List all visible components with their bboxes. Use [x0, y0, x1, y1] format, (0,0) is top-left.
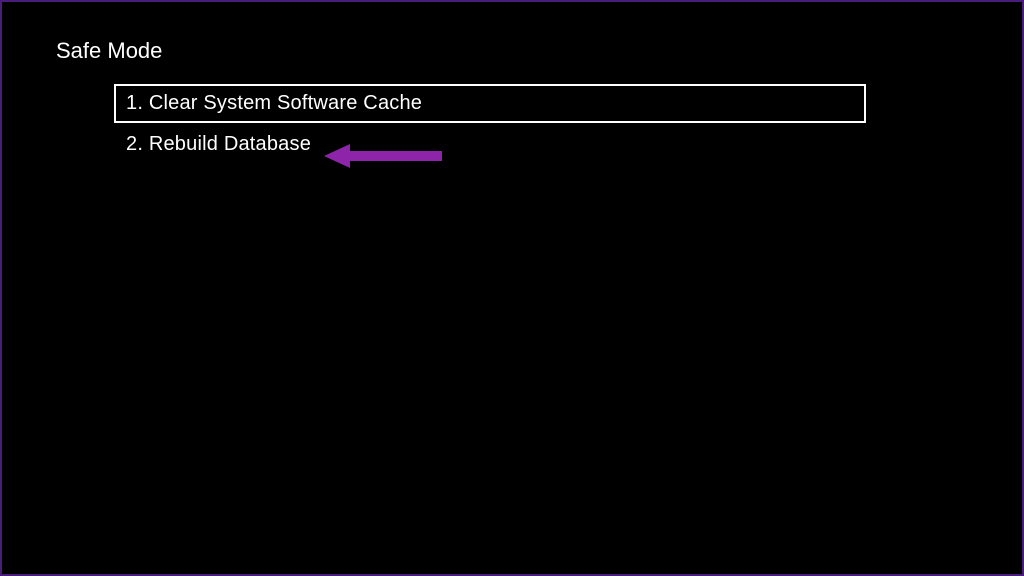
menu-item-label: 1. Clear System Software Cache	[126, 92, 422, 114]
safe-mode-menu: 1. Clear System Software Cache 2. Rebuil…	[114, 84, 866, 166]
menu-item-clear-cache[interactable]: 1. Clear System Software Cache	[114, 84, 866, 123]
menu-item-label: 2. Rebuild Database	[126, 133, 311, 155]
page-title: Safe Mode	[56, 38, 162, 64]
menu-item-rebuild-database[interactable]: 2. Rebuild Database	[114, 127, 866, 162]
